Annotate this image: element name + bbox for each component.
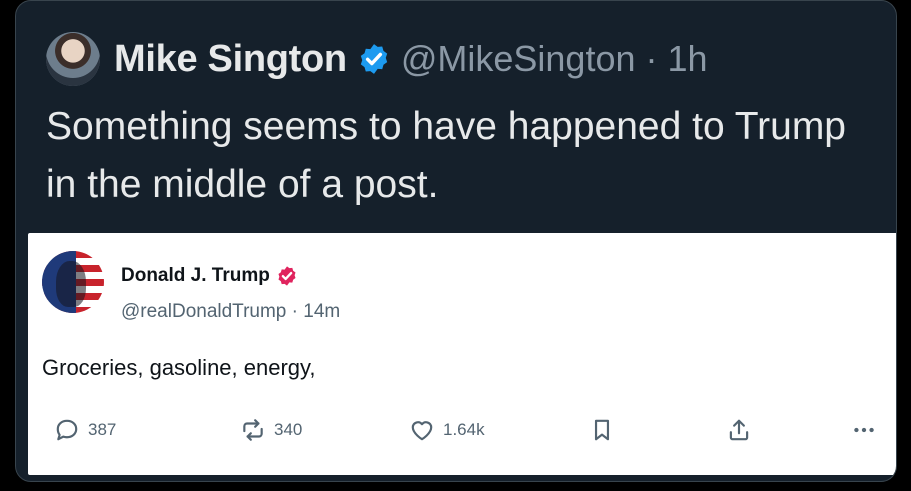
tweet-text: Something seems to have happened to Trum… [46,105,846,206]
tweet-header: Mike Sington @MikeSington · 1h [46,31,708,87]
embedded-post-screenshot[interactable]: Donald J. Trump @realDonaldTrump · 14m G… [28,233,896,475]
repost-button: 340 [240,415,302,445]
bookmark-icon [594,419,610,441]
verified-badge-icon [360,44,388,74]
repost-icon [243,419,263,441]
embedded-action-bar: 387 340 1.64k [54,415,884,445]
author-handle-time[interactable]: @MikeSington · 1h [401,38,708,80]
reply-button: 387 [54,415,116,445]
embedded-author-avatar [42,251,104,313]
heart-icon [411,421,433,441]
reply-icon [56,419,78,441]
more-options-icon [854,427,874,433]
share-icon [729,419,749,441]
like-button: 1.64k [409,415,485,445]
embedded-author-handle-time: @realDonaldTrump · 14m [121,301,341,322]
bookmark-button [589,415,623,445]
author-display-name[interactable]: Mike Sington [114,38,347,81]
embedded-author-name: Donald J. Trump [121,265,270,286]
embedded-post-text: Groceries, gasoline, energy, [42,355,316,380]
reply-count: 387 [88,420,117,439]
repost-count: 340 [274,420,303,439]
more-button [851,415,885,445]
embedded-author-row: Donald J. Trump [121,265,298,287]
author-avatar[interactable] [46,32,100,86]
like-count: 1.64k [443,420,485,439]
verified-badge-icon [278,266,296,286]
tweet-card[interactable]: Mike Sington @MikeSington · 1h Something… [15,0,897,482]
share-button [726,415,760,445]
